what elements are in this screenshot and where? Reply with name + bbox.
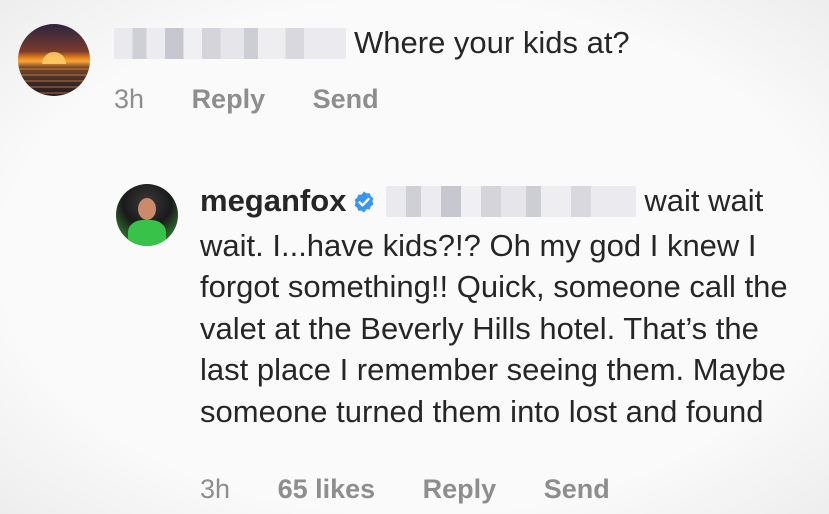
avatar-clothing <box>128 220 166 246</box>
comment-meta: 3h 65 likes Reply Send <box>200 474 650 505</box>
reply-button[interactable]: Reply <box>423 474 497 504</box>
redacted-username <box>114 28 346 59</box>
send-button[interactable]: Send <box>313 84 379 114</box>
comment-meta: 3h Reply Send <box>114 84 419 115</box>
comment-body: Where your kids at? <box>114 22 630 64</box>
comment-text: wait wait wait. I...have kids?!? Oh my g… <box>200 183 788 429</box>
redacted-mention <box>386 186 637 217</box>
comment-body: meganfox wait wait wait. I...have kids?!?… <box>200 180 810 432</box>
username-link[interactable]: meganfox <box>200 183 346 218</box>
reply-button[interactable]: Reply <box>192 84 266 114</box>
comment-text: Where your kids at? <box>354 25 630 60</box>
avatar[interactable] <box>116 184 178 246</box>
avatar[interactable] <box>18 24 90 96</box>
verified-badge-icon <box>352 183 376 225</box>
comment-1: Where your kids at? 3h Reply Send <box>18 20 818 120</box>
sunset-water <box>18 68 90 96</box>
sunset-sun <box>42 52 66 64</box>
send-button[interactable]: Send <box>544 474 610 504</box>
comment-time: 3h <box>114 84 145 114</box>
comment-2: meganfox wait wait wait. I...have kids?!?… <box>116 176 816 506</box>
avatar-face <box>138 198 156 220</box>
likes-count[interactable]: 65 likes <box>278 474 376 504</box>
comment-time: 3h <box>200 474 231 504</box>
